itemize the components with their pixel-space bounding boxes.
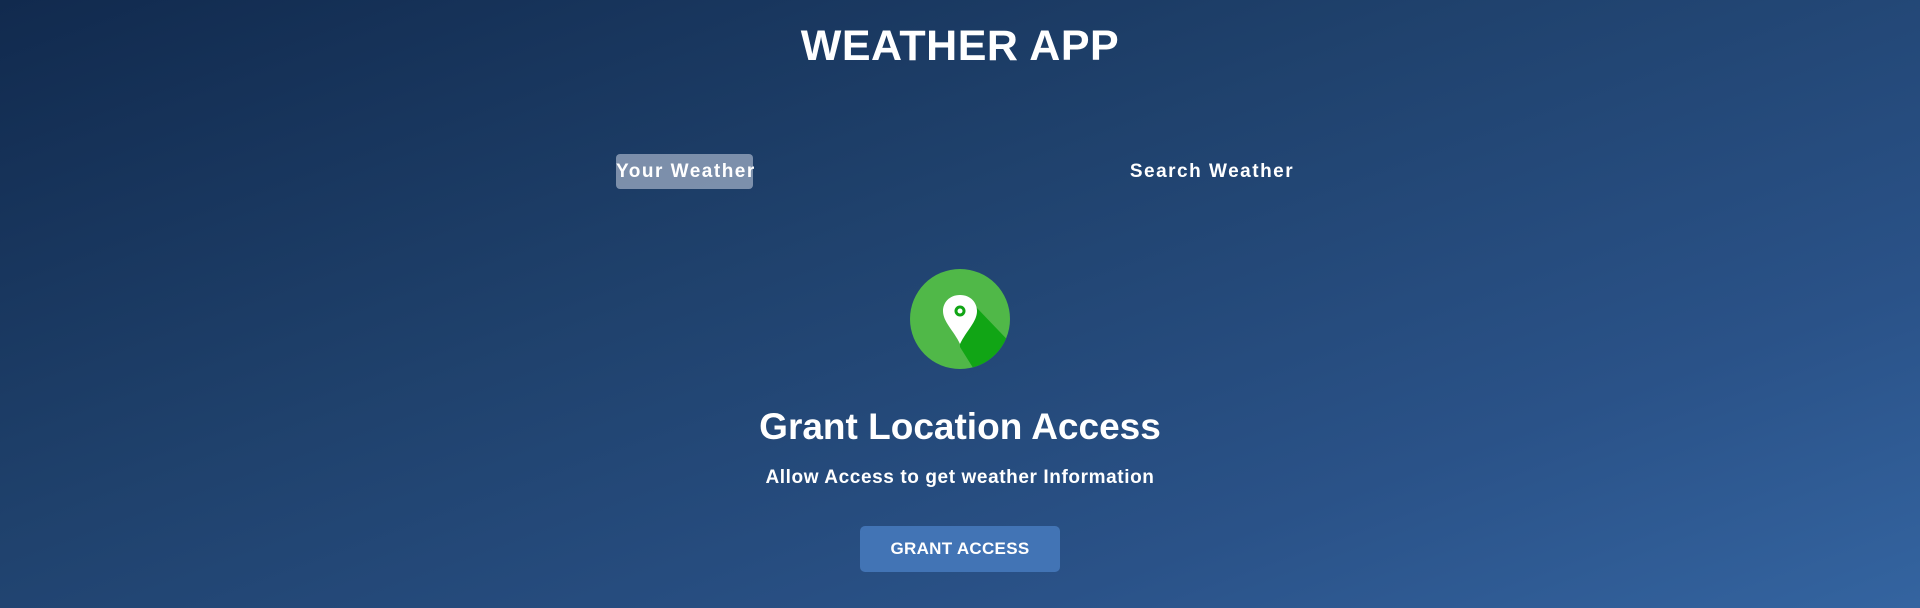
grant-access-title: Grant Location Access — [759, 406, 1161, 447]
grant-access-subtitle: Allow Access to get weather Information — [765, 467, 1155, 488]
grant-access-button[interactable]: GRANT ACCESS — [860, 526, 1060, 572]
tab-your-weather[interactable]: Your Weather — [616, 154, 754, 189]
location-pin-icon — [910, 269, 1010, 369]
app-title: WEATHER APP — [800, 22, 1120, 70]
tab-search-weather[interactable]: Search Weather — [1122, 154, 1302, 189]
